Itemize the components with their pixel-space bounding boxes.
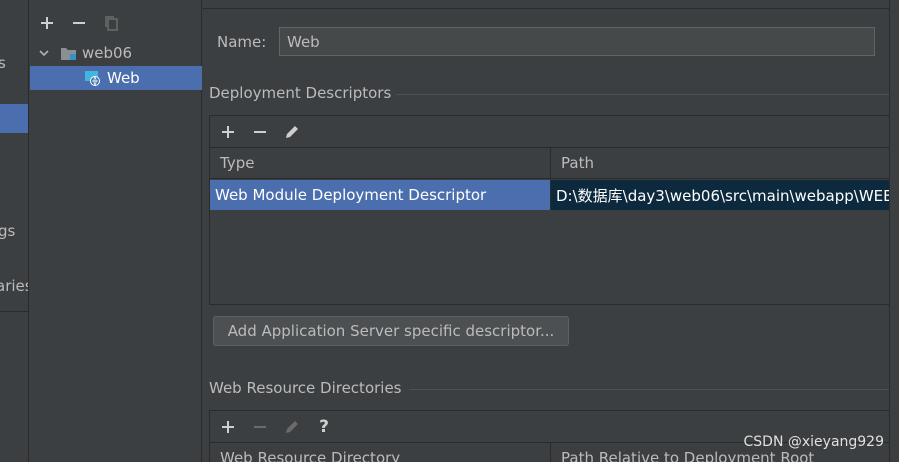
module-tree-panel: web06 Web (30, 0, 202, 462)
remove-button[interactable] (68, 12, 90, 34)
section-separator (396, 94, 889, 95)
deployment-descriptors-panel: Type Path Web Module Deployment Descript… (209, 115, 890, 305)
module-folder-icon (60, 46, 77, 61)
column-header-type[interactable]: Type (210, 148, 551, 179)
plus-icon (222, 421, 234, 433)
add-server-descriptor-button[interactable]: Add Application Server specific descript… (213, 316, 569, 346)
name-input[interactable] (279, 27, 875, 56)
chevron-down-icon[interactable] (38, 47, 50, 59)
nav-item-fragment[interactable]: aries (0, 277, 28, 295)
descriptors-table: Type Path Web Module Deployment Descript… (210, 147, 889, 304)
nav-item-selected[interactable] (0, 104, 28, 133)
remove-resource-dir-button[interactable] (249, 416, 271, 438)
name-label: Name: (217, 33, 267, 51)
edit-icon (286, 421, 298, 433)
edit-descriptor-button[interactable] (281, 121, 303, 143)
column-header-web-resource-directory[interactable]: Web Resource Directory (210, 443, 551, 462)
minus-icon (254, 131, 266, 133)
tree-node-label: web06 (82, 44, 133, 62)
tree-toolbar (30, 10, 202, 38)
tree-node-label: Web (107, 69, 140, 87)
section-separator (409, 389, 889, 390)
tree-node-web[interactable]: Web (30, 66, 202, 90)
plus-icon (41, 17, 53, 29)
nav-item-fragment[interactable]: gs (0, 222, 15, 240)
add-resource-dir-button[interactable] (217, 416, 239, 438)
minus-icon (73, 22, 85, 24)
web-resource-directories-title: Web Resource Directories (209, 379, 402, 397)
remove-descriptor-button[interactable] (249, 121, 271, 143)
help-icon: ? (319, 417, 329, 437)
watermark: CSDN @xieyang929 (743, 434, 885, 450)
descriptors-toolbar (210, 117, 889, 147)
nav-divider (0, 311, 28, 312)
help-button[interactable]: ? (313, 416, 335, 438)
web-facet-icon (84, 70, 102, 86)
settings-nav: s gs aries (0, 0, 29, 462)
right-scroll-edge (889, 0, 899, 462)
column-header-path[interactable]: Path (551, 148, 889, 179)
nav-item-fragment[interactable]: s (0, 54, 6, 72)
table-cell-type[interactable]: Web Module Deployment Descriptor (210, 180, 550, 210)
tree-node-web06[interactable]: web06 (30, 41, 202, 65)
top-divider (203, 0, 890, 9)
edit-resource-dir-button[interactable] (281, 416, 303, 438)
add-button[interactable] (36, 12, 58, 34)
plus-icon (222, 126, 234, 138)
copy-icon (105, 16, 118, 31)
add-descriptor-button[interactable] (217, 121, 239, 143)
deployment-descriptors-title: Deployment Descriptors (209, 84, 392, 102)
minus-icon (254, 426, 266, 428)
edit-icon (286, 126, 298, 138)
table-cell-path[interactable]: D:\数据库\day3\web06\src\main\webapp\WEB (550, 180, 889, 210)
copy-button[interactable] (100, 12, 122, 34)
